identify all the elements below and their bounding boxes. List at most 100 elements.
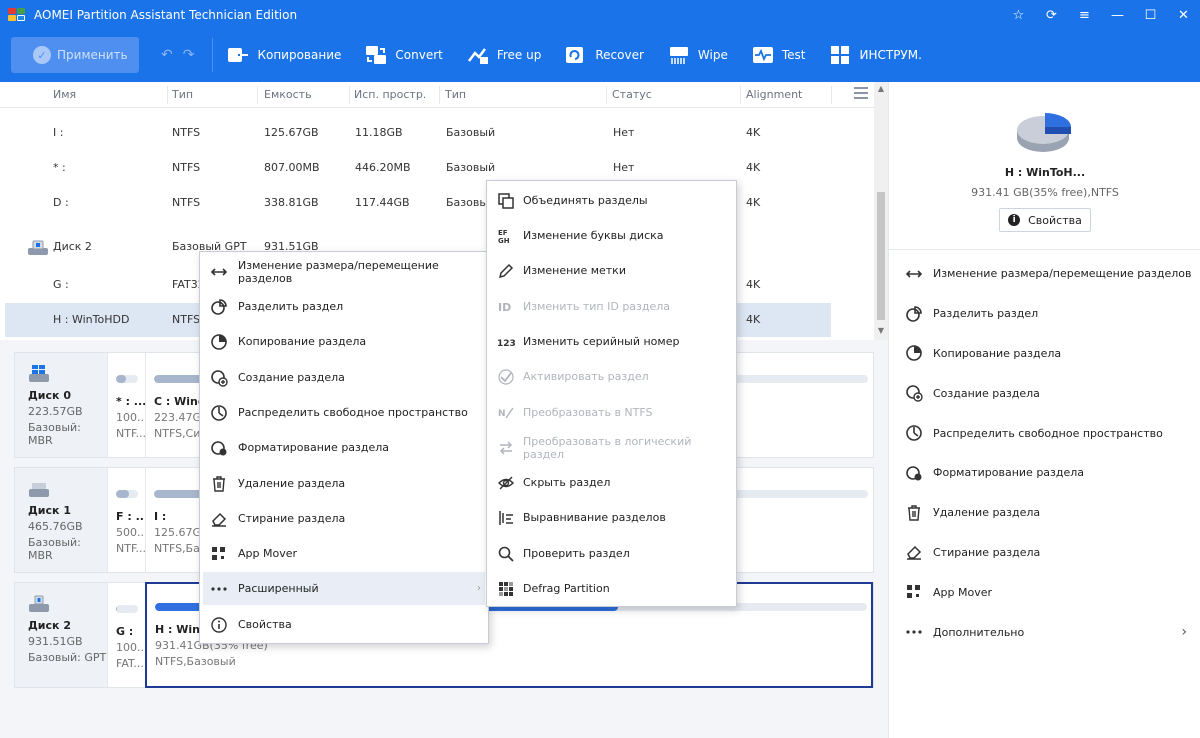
trash-icon (905, 504, 923, 522)
panel-divider (889, 249, 1200, 250)
toolbar-test[interactable]: Test (752, 45, 805, 65)
toolbar-free-up[interactable]: Free up (467, 45, 541, 65)
toolbar-recover-label: Recover (595, 48, 644, 62)
toolbar-copy[interactable]: Копирование (227, 45, 341, 65)
partition-block[interactable]: F : ... 500.... NTF... (107, 468, 145, 572)
op-split[interactable]: Разделить раздел (889, 294, 1200, 334)
favorite-icon[interactable]: ☆ (1002, 0, 1035, 30)
table-header: Имя Тип Емкость Исп. простр. Тип Статус … (0, 82, 874, 108)
toolbar-convert[interactable]: Convert (365, 45, 443, 65)
column-settings-icon[interactable] (854, 87, 868, 99)
close-button[interactable]: ✕ (1167, 0, 1200, 30)
op-label: Удаление раздела (933, 506, 1041, 520)
operations-list: Изменение размера/перемещение разделов Р… (889, 254, 1200, 652)
test-icon (752, 45, 774, 65)
sub-hide-partition[interactable]: Скрыть раздел (490, 466, 733, 499)
op-wipe[interactable]: Стирание раздела (889, 533, 1200, 573)
ctx-label: Изменение размера/перемещение разделов (238, 258, 439, 285)
table-scrollbar[interactable]: ▲ ▼ (874, 82, 888, 340)
ctx-split[interactable]: Разделить раздел (203, 290, 485, 323)
ctx-format[interactable]: Форматирование раздела (203, 431, 485, 464)
toolbar-wipe[interactable]: Wipe (668, 45, 728, 65)
op-delete[interactable]: Удаление раздела (889, 493, 1200, 533)
sub-defrag-partition[interactable]: Defrag Partition (490, 572, 733, 605)
menu-icon[interactable]: ≡ (1068, 0, 1101, 30)
sub-check-partition[interactable]: Проверить раздел (490, 537, 733, 570)
op-app-mover[interactable]: App Mover (889, 572, 1200, 612)
header: AOMEI Partition Assistant Technician Edi… (0, 0, 1200, 82)
op-allocate-space[interactable]: Распределить свободное пространство (889, 413, 1200, 453)
toolbar-recover[interactable]: Recover (565, 45, 644, 65)
undo-icon[interactable]: ↶ (161, 47, 173, 63)
sub-change-label[interactable]: Изменение метки (490, 254, 733, 287)
disk-icon (28, 480, 50, 498)
disk-info[interactable]: Диск 1 465.76GB Базовый: MBR (15, 468, 107, 572)
ctx-copy[interactable]: Копирование раздела (203, 325, 485, 358)
op-advanced[interactable]: Дополнительно › (889, 612, 1200, 652)
ctx-label: Создание раздела (238, 371, 345, 384)
cell-type: Базовый (446, 161, 496, 174)
table-row[interactable]: I : NTFS 125.67GB 11.18GB Базовый Нет 4K (5, 116, 831, 150)
ctx-allocate-space[interactable]: Распределить свободное пространство (203, 396, 485, 429)
apply-button[interactable]: ✓ Применить (11, 37, 139, 73)
sub-label: Изменить серийный номер (523, 335, 680, 348)
convert-logical-icon (497, 439, 515, 457)
ctx-app-mover[interactable]: App Mover (203, 537, 485, 570)
cell-used: 11.18GB (355, 126, 403, 139)
cell-name: G : (53, 278, 69, 291)
sub-convert-logical: Преобразовать в логический раздел (490, 431, 733, 464)
op-label: Копирование раздела (933, 346, 1062, 360)
col-header-alignment[interactable]: Alignment (746, 88, 802, 101)
partition-block[interactable]: G : 100.... FAT... (107, 583, 145, 687)
ctx-delete[interactable]: Удаление раздела (203, 467, 485, 500)
minimize-button[interactable]: — (1101, 0, 1134, 30)
scroll-down-icon[interactable]: ▼ (874, 324, 888, 338)
redo-icon[interactable]: ↷ (183, 47, 195, 63)
sub-convert-ntfs: N Преобразовать в NTFS (490, 396, 733, 429)
sub-merge-partitions[interactable]: Объединять разделы (490, 184, 733, 217)
usage-bar (116, 605, 138, 613)
align-icon (497, 509, 515, 527)
op-format[interactable]: Форматирование раздела (889, 453, 1200, 493)
disk-type: Базовый: MBR (28, 536, 81, 562)
col-divider (167, 86, 168, 104)
toolbar-tools-label: ИНСТРУМ. (859, 48, 922, 62)
col-header-name[interactable]: Имя (53, 88, 76, 101)
ctx-create[interactable]: Создание раздела (203, 361, 485, 394)
ctx-label: App Mover (238, 547, 298, 560)
disk-size: 223.57GB (28, 405, 83, 418)
op-copy[interactable]: Копирование раздела (889, 334, 1200, 374)
ctx-label: Стирание раздела (238, 512, 346, 525)
recover-icon (565, 45, 587, 65)
ctx-wipe[interactable]: Стирание раздела (203, 502, 485, 535)
maximize-button[interactable]: ☐ (1134, 0, 1167, 30)
scroll-up-icon[interactable]: ▲ (874, 82, 888, 96)
sub-label: Изменение буквы диска (523, 229, 664, 242)
scroll-thumb[interactable] (877, 192, 885, 320)
partition-block[interactable]: * : ... 100.... NTF... (107, 353, 145, 457)
eraser-icon (210, 510, 228, 528)
ctx-label: Свойства (238, 618, 292, 631)
op-resize-move[interactable]: Изменение размера/перемещение разделов (889, 254, 1200, 294)
partition-fs: FAT... (116, 657, 144, 670)
ctx-advanced[interactable]: Расширенный › (203, 572, 485, 605)
col-header-capacity[interactable]: Емкость (264, 88, 312, 101)
col-divider (257, 86, 258, 104)
sub-align-partitions[interactable]: Выравнивание разделов (490, 501, 733, 534)
toolbar-tools[interactable]: ИНСТРУМ. (829, 45, 922, 65)
disk-info[interactable]: Диск 2 931.51GB Базовый: GPT (15, 583, 107, 687)
ctx-properties[interactable]: Свойства (203, 608, 485, 641)
sub-change-serial[interactable]: 123 Изменить серийный номер (490, 325, 733, 358)
col-header-used[interactable]: Исп. простр. (354, 88, 426, 101)
col-header-type[interactable]: Тип (445, 88, 466, 101)
convert-icon (365, 45, 387, 65)
col-header-fs[interactable]: Тип (172, 88, 193, 101)
properties-button[interactable]: i Свойства (999, 208, 1091, 232)
sub-label: Скрыть раздел (523, 476, 611, 489)
op-create[interactable]: Создание раздела (889, 373, 1200, 413)
disk-info[interactable]: Диск 0 223.57GB Базовый: MBR (15, 353, 107, 457)
refresh-icon[interactable]: ⟳ (1035, 0, 1068, 30)
col-header-status[interactable]: Статус (612, 88, 652, 101)
ctx-resize-move[interactable]: Изменение размера/перемещение разделов (203, 255, 485, 288)
sub-change-letter[interactable]: EF GH Изменение буквы диска (490, 219, 733, 252)
